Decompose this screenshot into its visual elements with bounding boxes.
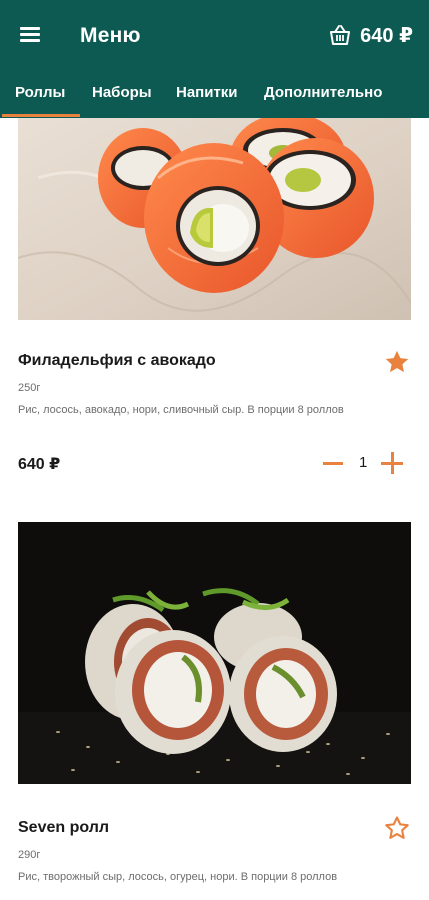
product-list[interactable]: Филадельфия с авокадо 250г Рис, лосось, … [0,118,429,900]
cart-button[interactable]: 640 ₽ [328,20,413,50]
toolbar: Меню 640 ₽ [0,0,429,70]
tab-rolls[interactable]: Роллы [15,84,65,101]
basket-icon [330,25,351,45]
quantity-value: 1 [359,454,368,471]
quantity-stepper: 1 [323,450,403,476]
product-name[interactable]: Филадельфия с авокадо [18,352,216,370]
active-tab-indicator [2,114,80,117]
product-price: 640 ₽ [18,456,61,473]
product-card[interactable]: Seven ролл 290г Рис, творожный сыр, лосо… [18,522,411,900]
favorite-star-filled-icon[interactable] [383,348,411,376]
minus-icon[interactable] [323,462,343,465]
product-weight: 290г [18,849,41,861]
tab-extras[interactable]: Дополнительно [264,84,382,101]
product-card[interactable]: Филадельфия с авокадо 250г Рис, лосось, … [18,118,411,498]
tab-sets[interactable]: Наборы [92,84,152,101]
salmon-avocado-rolls-photo[interactable] [18,118,411,320]
cart-total: 640 ₽ [360,24,413,47]
tab-drinks[interactable]: Напитки [176,84,238,101]
plus-icon[interactable] [381,452,403,474]
product-weight: 250г [18,382,41,394]
product-description: Рис, лосось, авокадо, нори, сливочный сы… [18,404,344,416]
category-tabs: Роллы Наборы Напитки Дополнительно [0,70,429,118]
seven-rolls-photo[interactable] [18,522,411,784]
product-description: Рис, творожный сыр, лосось, огурец, нори… [18,871,338,883]
page-title: Меню [80,24,141,47]
hamburger-menu-icon[interactable] [14,20,46,50]
product-name[interactable]: Seven ролл [18,819,109,837]
app-bar: Меню 640 ₽ Роллы Наборы Напитки Дополнит… [0,0,429,118]
favorite-star-outline-icon[interactable] [383,814,411,842]
